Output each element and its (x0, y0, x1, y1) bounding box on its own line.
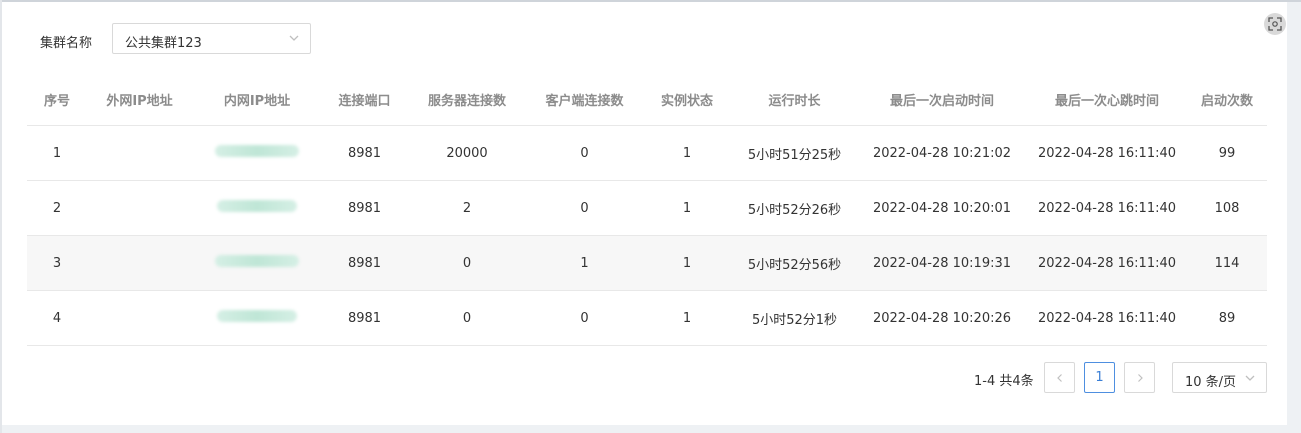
uptime-cell: 5小时52分1秒 (732, 290, 857, 346)
chevron-down-icon (289, 35, 299, 41)
chevron-right-icon (1137, 374, 1143, 382)
table-row: 1 8981 20000 0 1 5小时51分25秒 2022-04-28 10:21:02… (27, 125, 1267, 181)
row-index: 1 (27, 125, 87, 181)
status-cell: 1 (642, 290, 732, 346)
table-header-row: 序号 外网IP地址 内网IP地址 连接端口 服务器连接数 客户端连接数 实例状态 运行时长 最后… (27, 73, 1267, 126)
column-header: 外网IP地址 (87, 73, 192, 126)
status-cell: 1 (642, 180, 732, 236)
server-conn-cell: 20000 (407, 125, 527, 181)
start-count-cell: 114 (1187, 235, 1267, 291)
client-conn-cell: 0 (527, 290, 642, 346)
port-cell: 8981 (322, 235, 407, 291)
last-heartbeat-cell: 2022-04-28 16:11:40 (1027, 125, 1187, 181)
column-header: 最后一次启动时间 (857, 73, 1027, 126)
last-start-cell: 2022-04-28 10:20:01 (857, 180, 1027, 236)
column-header: 连接端口 (322, 73, 407, 126)
server-conn-cell: 0 (407, 290, 527, 346)
cluster-name-label: 集群名称 (40, 36, 93, 51)
masked-ip (217, 200, 297, 212)
prev-page-button[interactable] (1044, 362, 1075, 393)
last-heartbeat-cell: 2022-04-28 16:11:40 (1027, 235, 1187, 291)
cluster-select[interactable]: 公共集群123 (112, 23, 311, 54)
last-start-cell: 2022-04-28 10:19:31 (857, 235, 1027, 291)
private-ip-cell (192, 235, 322, 291)
fullscreen-button[interactable] (1264, 13, 1286, 35)
column-header: 启动次数 (1187, 73, 1267, 126)
table-row: 3 8981 0 1 1 5小时52分56秒 2022-04-28 10:19:31 2022… (27, 235, 1267, 291)
private-ip-cell (192, 125, 322, 181)
column-header: 服务器连接数 (407, 73, 527, 126)
private-ip-cell (192, 290, 322, 346)
last-start-cell: 2022-04-28 10:21:02 (857, 125, 1027, 181)
uptime-cell: 5小时52分26秒 (732, 180, 857, 236)
row-index: 4 (27, 290, 87, 346)
cluster-select-value: 公共集群123 (125, 36, 202, 51)
column-header: 客户端连接数 (527, 73, 642, 126)
client-conn-cell: 1 (527, 235, 642, 291)
page-size-select[interactable]: 10 条/页 (1172, 362, 1267, 393)
status-cell: 1 (642, 235, 732, 291)
public-ip-cell (87, 125, 192, 181)
server-conn-cell: 0 (407, 235, 527, 291)
start-count-cell: 89 (1187, 290, 1267, 346)
column-header: 最后一次心跳时间 (1027, 73, 1187, 126)
start-count-cell: 108 (1187, 180, 1267, 236)
port-cell: 8981 (322, 125, 407, 181)
table-row: 2 8981 2 0 1 5小时52分26秒 2022-04-28 10:20:01 2022… (27, 180, 1267, 236)
table-row: 4 8981 0 0 1 5小时52分1秒 2022-04-28 10:20:26 2022-… (27, 290, 1267, 346)
last-start-cell: 2022-04-28 10:20:26 (857, 290, 1027, 346)
last-heartbeat-cell: 2022-04-28 16:11:40 (1027, 180, 1187, 236)
server-conn-cell: 2 (407, 180, 527, 236)
next-page-button[interactable] (1124, 362, 1155, 393)
masked-ip (215, 145, 299, 157)
public-ip-cell (87, 180, 192, 236)
row-index: 3 (27, 235, 87, 291)
uptime-cell: 5小时51分25秒 (732, 125, 857, 181)
public-ip-cell (87, 235, 192, 291)
row-index: 2 (27, 180, 87, 236)
instance-table: 序号 外网IP地址 内网IP地址 连接端口 服务器连接数 客户端连接数 实例状态 运行时长 最后… (27, 73, 1267, 346)
column-header: 运行时长 (732, 73, 857, 126)
chevron-down-icon (1245, 375, 1255, 381)
private-ip-cell (192, 180, 322, 236)
fullscreen-icon (1268, 17, 1282, 31)
uptime-cell: 5小时52分56秒 (732, 235, 857, 291)
column-header: 内网IP地址 (192, 73, 322, 126)
port-cell: 8981 (322, 290, 407, 346)
page-button-1[interactable]: 1 (1084, 362, 1115, 393)
status-cell: 1 (642, 125, 732, 181)
page-size-value: 10 条/页 (1185, 375, 1237, 390)
client-conn-cell: 0 (527, 125, 642, 181)
column-header: 序号 (27, 73, 87, 126)
port-cell: 8981 (322, 180, 407, 236)
column-header: 实例状态 (642, 73, 732, 126)
chevron-left-icon (1056, 374, 1062, 382)
masked-ip (215, 255, 299, 267)
start-count-cell: 99 (1187, 125, 1267, 181)
last-heartbeat-cell: 2022-04-28 16:11:40 (1027, 290, 1187, 346)
pagination-total: 1-4 共4条 (974, 374, 1034, 389)
client-conn-cell: 0 (527, 180, 642, 236)
public-ip-cell (87, 290, 192, 346)
masked-ip (217, 310, 297, 322)
